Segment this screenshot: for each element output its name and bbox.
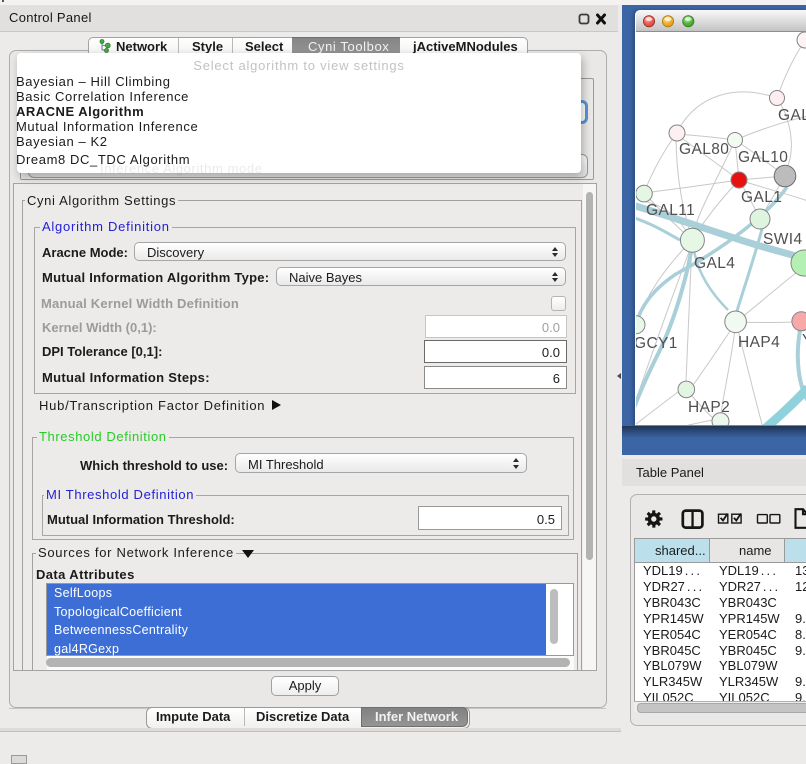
- svg-text:HAP4: HAP4: [738, 334, 780, 351]
- svg-text:GAL7: GAL7: [778, 107, 806, 124]
- svg-text:GAL10: GAL10: [738, 149, 788, 166]
- svg-text:GAL11: GAL11: [646, 202, 695, 219]
- svg-text:GAL4: GAL4: [694, 255, 735, 272]
- svg-text:HAP2: HAP2: [688, 399, 730, 416]
- svg-text:GCY1: GCY1: [636, 335, 678, 352]
- svg-text:GAL80: GAL80: [679, 141, 729, 158]
- svg-text:Y: Y: [802, 332, 806, 349]
- svg-text:SWI4: SWI4: [763, 231, 803, 248]
- svg-text:GAL1: GAL1: [741, 189, 782, 206]
